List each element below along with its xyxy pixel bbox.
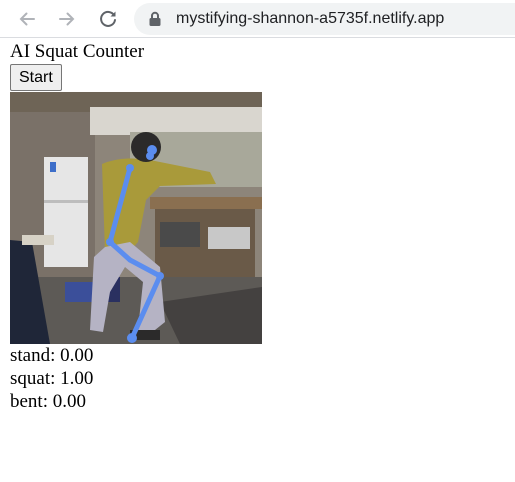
- squat-label: squat:: [10, 368, 56, 389]
- page-title: AI Squat Counter: [10, 41, 145, 62]
- webcam-scene-image: [10, 92, 262, 344]
- stand-score: stand: 0.00: [10, 344, 510, 367]
- address-bar[interactable]: mystifying-shannon-a5735f.netlify.app: [134, 3, 515, 35]
- webcam-canvas: [10, 92, 262, 344]
- forward-arrow-icon: [59, 12, 75, 26]
- reload-button[interactable]: [95, 6, 121, 32]
- bent-score: bent: 0.00: [10, 390, 510, 413]
- browser-toolbar: mystifying-shannon-a5735f.netlify.app: [0, 0, 515, 38]
- stand-value: 0.00: [60, 345, 94, 366]
- bent-label: bent:: [10, 391, 48, 412]
- squat-score: squat: 1.00: [10, 367, 510, 390]
- lock-icon: [149, 11, 161, 26]
- bent-value: 0.00: [52, 391, 86, 412]
- back-arrow-icon: [19, 12, 35, 26]
- reload-icon: [100, 10, 116, 27]
- back-button[interactable]: [14, 6, 40, 32]
- stand-label: stand:: [10, 345, 56, 366]
- start-button[interactable]: Start: [10, 64, 62, 91]
- forward-button[interactable]: [54, 6, 80, 32]
- squat-value: 1.00: [60, 368, 94, 389]
- url-text: mystifying-shannon-a5735f.netlify.app: [176, 10, 445, 27]
- app-page: AI Squat Counter Start stand: 0.00 squat…: [10, 40, 510, 413]
